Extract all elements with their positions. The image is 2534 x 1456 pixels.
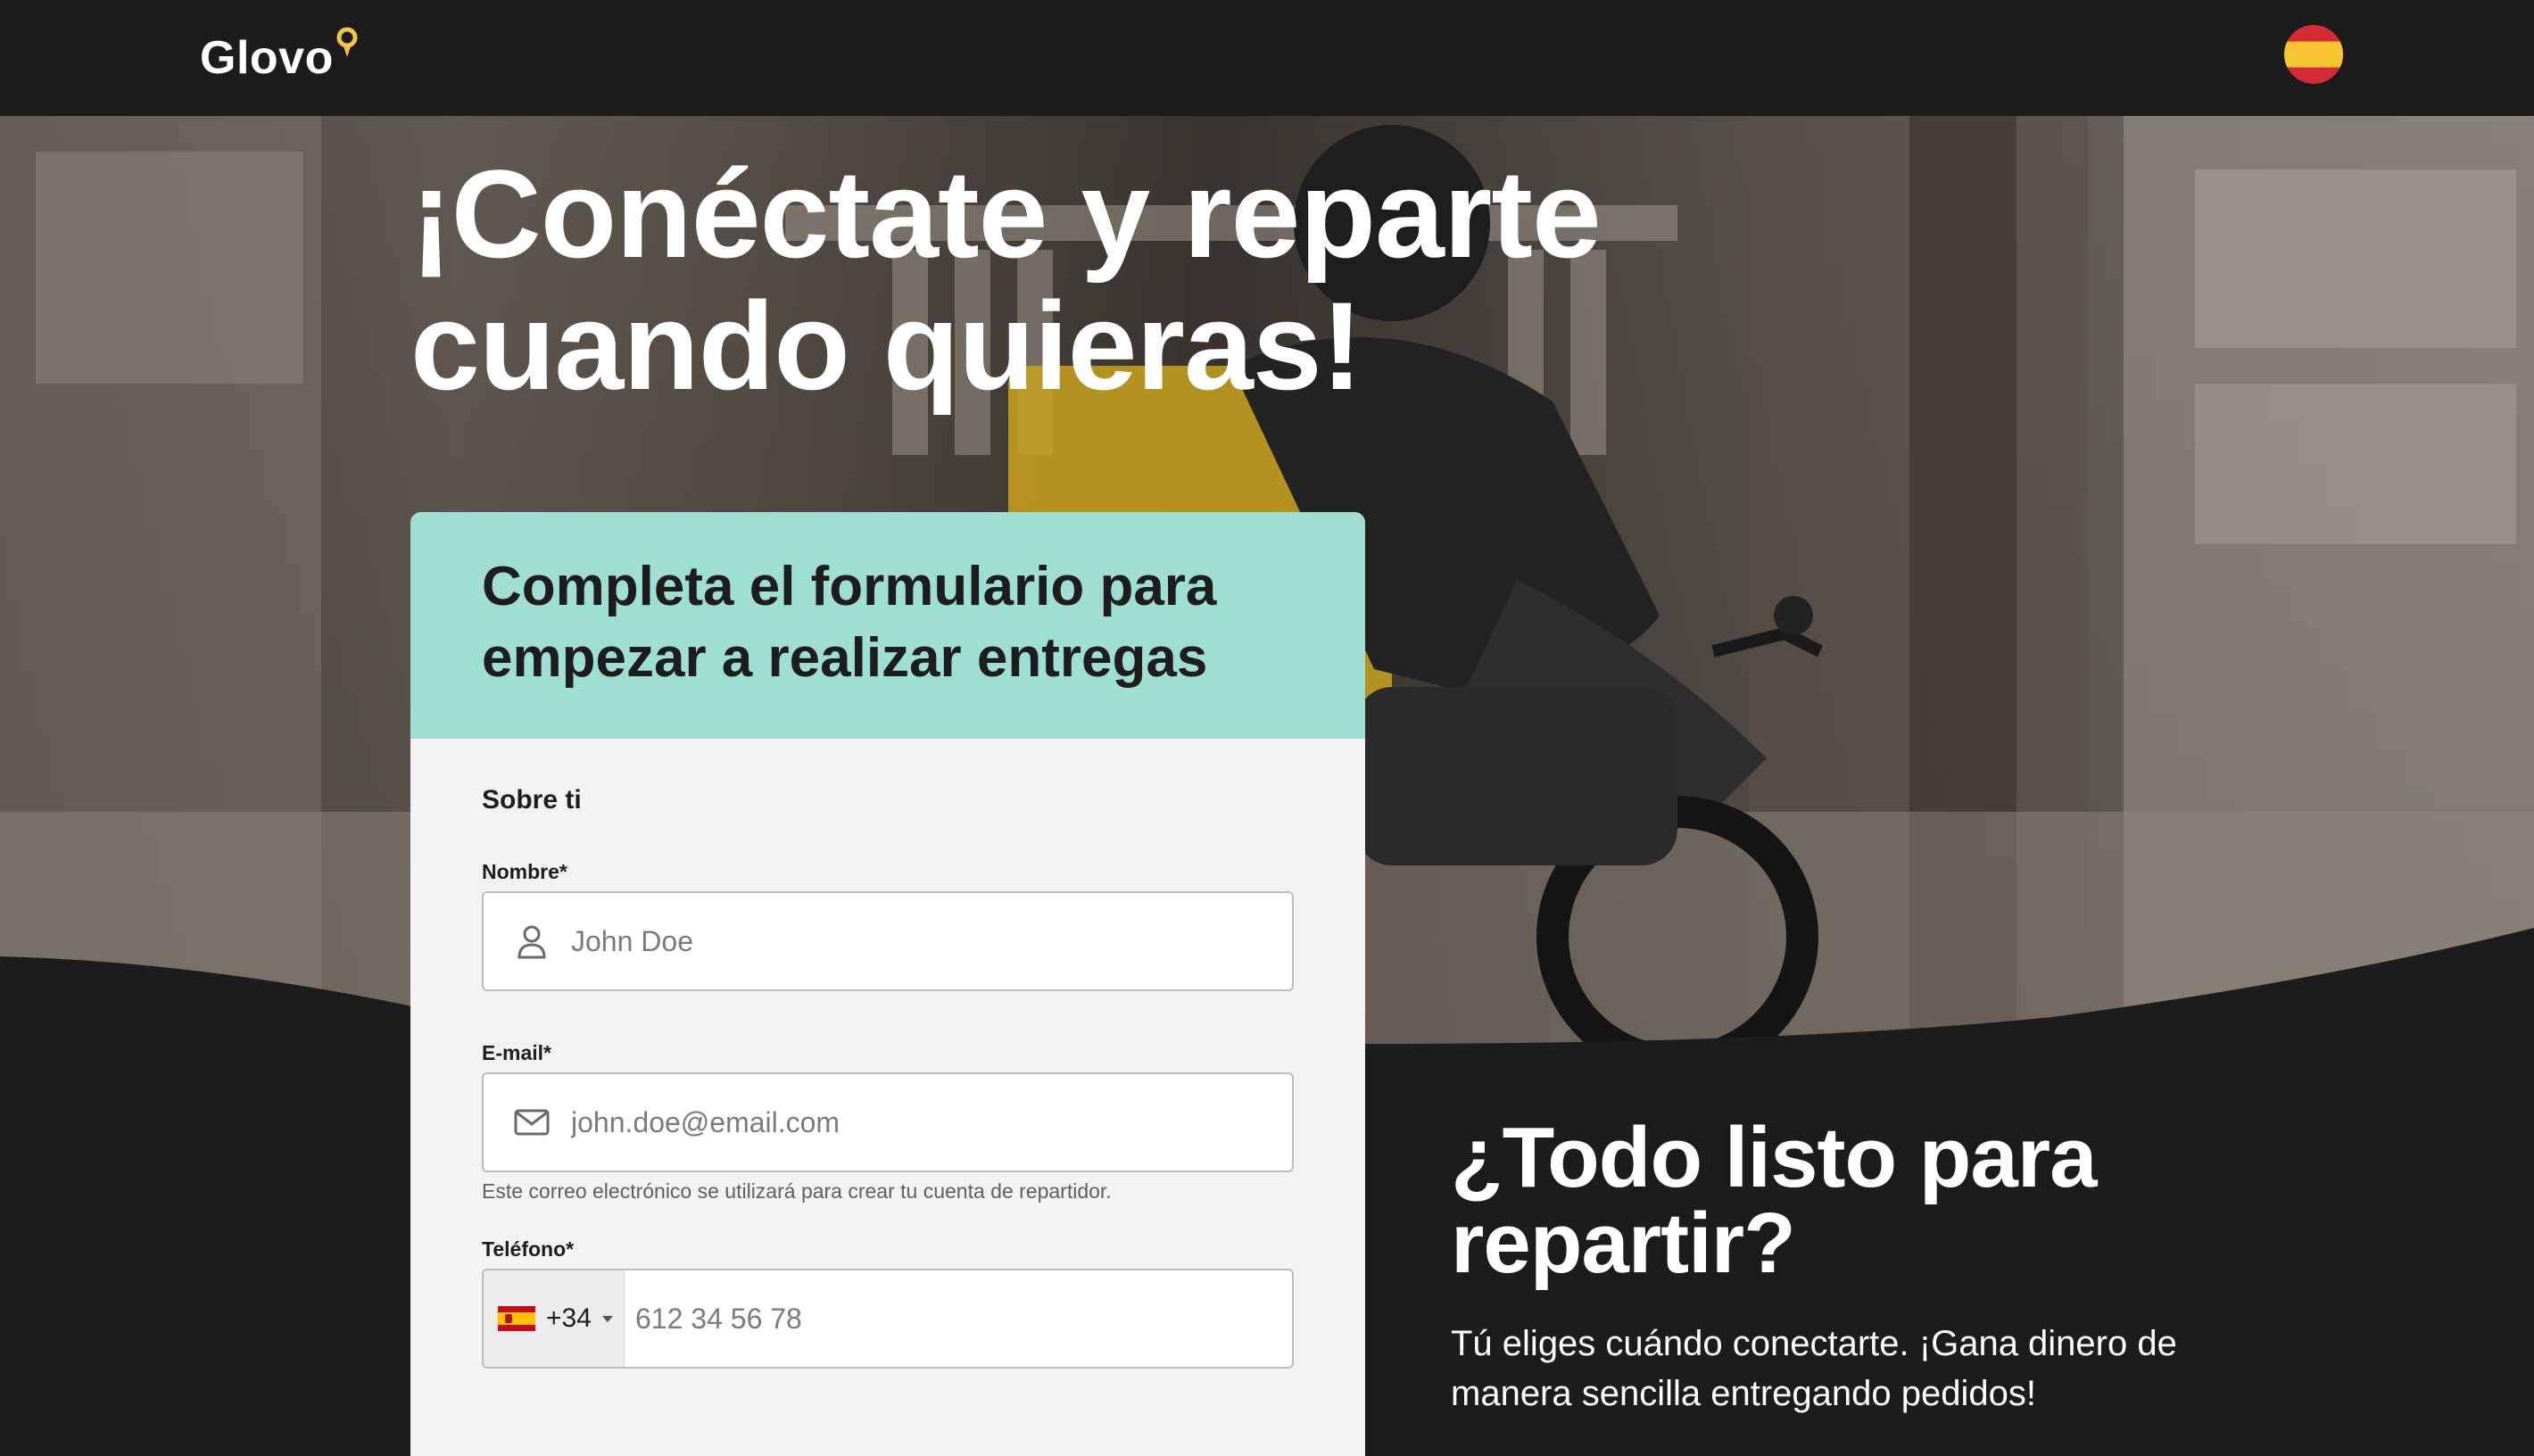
- form-header: Completa el formulario para empezar a re…: [410, 512, 1365, 739]
- email-field[interactable]: [482, 1072, 1294, 1172]
- language-selector-flag[interactable]: [2284, 25, 2343, 84]
- email-help-text: Este correo electrónico se utilizará par…: [482, 1179, 1112, 1203]
- chevron-down-icon: [601, 1315, 613, 1322]
- email-label: E-mail*: [482, 1041, 551, 1064]
- logo-text: Glovo: [200, 32, 334, 84]
- spain-flag-icon: [498, 1306, 535, 1331]
- location-pin-icon: [336, 27, 358, 57]
- country-code-selector[interactable]: +34: [484, 1270, 625, 1367]
- user-icon: [514, 923, 550, 959]
- form-body: Sobre ti Nombre* E-mail* Este correo e: [410, 739, 1365, 1369]
- ready-text: Tú eliges cuándo conectarte. ¡Gana diner…: [1451, 1324, 2177, 1413]
- name-label: Nombre*: [482, 860, 567, 883]
- dial-code: +34: [546, 1303, 592, 1333]
- ready-title: ¿Todo listo para repartir?: [1451, 1110, 2098, 1291]
- name-input[interactable]: [571, 893, 1292, 989]
- phone-label: Teléfono*: [482, 1237, 575, 1261]
- hero-title: ¡Conéctate y reparte cuando quieras!: [410, 144, 1602, 416]
- name-field[interactable]: [482, 891, 1294, 991]
- phone-input[interactable]: [625, 1270, 1292, 1367]
- section-title-about-you: Sobre ti: [482, 785, 582, 815]
- email-input[interactable]: [571, 1074, 1292, 1171]
- top-bar: Glovo: [0, 0, 2534, 116]
- form-heading: Completa el formulario para empezar a re…: [482, 556, 1217, 689]
- signup-form-card: Completa el formulario para empezar a re…: [410, 512, 1365, 1456]
- envelope-icon: [514, 1104, 550, 1140]
- glovo-logo[interactable]: Glovo: [200, 27, 359, 89]
- ready-section: ¿Todo listo para repartir? Tú eliges cuá…: [1451, 1115, 2254, 1419]
- phone-field[interactable]: +34: [482, 1269, 1294, 1369]
